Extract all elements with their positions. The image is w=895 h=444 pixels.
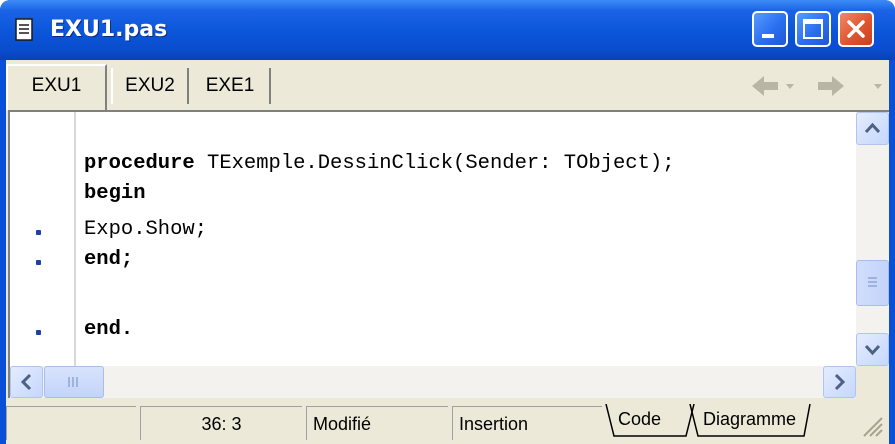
resize-grip-icon[interactable] <box>852 406 886 440</box>
code-area[interactable]: procedure TExemple.DessinClick(Sender: T… <box>84 112 854 366</box>
scrollbar-corner <box>856 366 889 398</box>
line-marker <box>36 260 41 265</box>
forward-arrow-icon[interactable] <box>818 76 882 96</box>
insert-mode: Insertion <box>452 406 602 440</box>
scroll-left-button[interactable] <box>10 366 43 398</box>
document-icon <box>15 18 33 41</box>
view-tab-diagramme[interactable]: Diagramme <box>703 404 809 438</box>
minimize-button[interactable] <box>752 11 788 47</box>
gutter <box>10 112 76 366</box>
code-line: end. <box>84 318 134 341</box>
title-bar[interactable]: EXU1.pas <box>0 0 895 60</box>
horizontal-scrollbar[interactable] <box>10 366 856 398</box>
status-bar: 36: 3 Modifié Insertion Code Diagramme <box>6 400 889 444</box>
file-tabs: EXU1 EXU2 EXE1 <box>6 60 889 110</box>
back-arrow-icon[interactable] <box>752 76 794 96</box>
line-marker <box>36 230 41 235</box>
maximize-icon <box>803 19 823 39</box>
scroll-up-button[interactable] <box>856 112 889 145</box>
code-line: procedure TExemple.DessinClick(Sender: T… <box>84 152 675 175</box>
window-title: EXU1.pas <box>50 17 168 42</box>
minimize-icon <box>762 34 774 38</box>
scroll-right-button[interactable] <box>823 366 856 398</box>
code-line: end; <box>84 248 134 271</box>
vertical-scroll-thumb[interactable] <box>856 260 889 306</box>
code-line: begin <box>84 182 146 205</box>
close-icon <box>847 20 865 38</box>
horizontal-scroll-thumb[interactable] <box>44 366 104 398</box>
modified-indicator: Modifié <box>306 406 448 440</box>
tab-exu2[interactable]: EXU2 <box>111 68 189 104</box>
code-editor[interactable]: procedure TExemple.DessinClick(Sender: T… <box>8 110 889 398</box>
maximize-button[interactable] <box>795 11 831 47</box>
line-marker <box>36 330 41 335</box>
view-tab-code[interactable]: Code <box>618 404 690 438</box>
status-panel-empty <box>6 406 136 440</box>
vertical-scrollbar[interactable] <box>856 112 889 366</box>
chevron-right-icon <box>834 373 846 391</box>
chevron-left-icon <box>20 373 32 391</box>
tab-exe1[interactable]: EXE1 <box>191 68 271 104</box>
chevron-up-icon <box>864 122 881 134</box>
code-line: Expo.Show; <box>84 218 208 241</box>
window-client-area: EXU1 EXU2 EXE1 procedure TExemple.Dessin… <box>6 60 889 444</box>
chevron-down-icon <box>864 344 881 356</box>
scroll-down-button[interactable] <box>856 333 889 366</box>
editor-window: EXU1.pas EXU1 EXU2 EXE1 procedure TExemp… <box>0 0 895 444</box>
cursor-position: 36: 3 <box>140 406 302 440</box>
tab-exu1[interactable]: EXU1 <box>6 64 107 110</box>
navigation-arrows <box>752 76 882 96</box>
close-button[interactable] <box>838 11 874 47</box>
